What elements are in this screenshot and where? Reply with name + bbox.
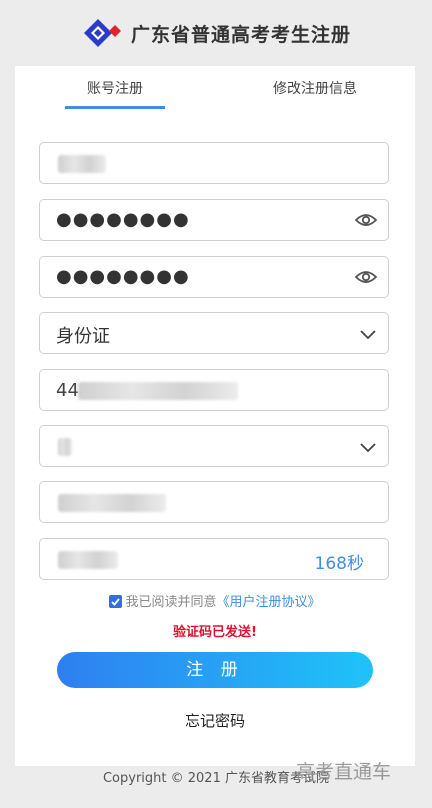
agreement-row: 我已阅读并同意《用户注册协议》 [15,591,415,610]
register-button[interactable]: 注 册 [57,652,373,688]
tab-modify-registration[interactable]: 修改注册信息 [273,78,357,98]
agreement-text: 我已阅读并同意 [125,595,217,610]
redacted-value [58,551,118,569]
region-select[interactable] [39,425,389,467]
page-title: 广东省普通高考考生注册 [130,23,351,46]
redacted-value [58,438,72,456]
username-field[interactable] [39,142,389,184]
id-type-select[interactable]: 身份证 [39,312,389,354]
resend-countdown: 168秒 [314,554,364,574]
redacted-value [78,382,238,400]
id-type-value: 身份证 [56,326,110,347]
eye-icon[interactable] [354,210,378,230]
phone-field[interactable] [39,481,389,523]
id-number-field[interactable]: 44 [39,369,389,411]
redacted-value [58,155,106,173]
password-field[interactable]: ●●●●●●●● [39,199,389,241]
page-header: 广东省普通高考考生注册 [0,0,432,66]
chevron-down-icon [360,326,376,340]
chevron-down-icon [360,439,376,453]
agreement-checkbox[interactable] [109,595,123,608]
confirm-password-value: ●●●●●●●● [56,266,190,287]
redacted-value [58,494,166,512]
registration-card: 账号注册 修改注册信息 ●●●●●●●● ●●●●●●●● 身份证 44 168… [15,66,415,766]
user-agreement-link[interactable]: 《用户注册协议》 [217,595,321,610]
id-number-prefix: 44 [56,380,79,401]
code-sent-notice: 验证码已发送! [173,625,257,640]
eye-icon[interactable] [354,267,378,287]
tab-account-register[interactable]: 账号注册 [87,78,143,98]
password-value: ●●●●●●●● [56,209,190,230]
forgot-password-link[interactable]: 忘记密码 [15,710,415,731]
confirm-password-field[interactable]: ●●●●●●●● [39,256,389,298]
exam-authority-logo [81,16,127,50]
tab-bar: 账号注册 修改注册信息 [15,66,415,110]
watermark: 高考直通车 [296,761,392,783]
verification-code-field[interactable]: 168秒 [39,538,389,580]
active-tab-indicator [65,106,165,109]
